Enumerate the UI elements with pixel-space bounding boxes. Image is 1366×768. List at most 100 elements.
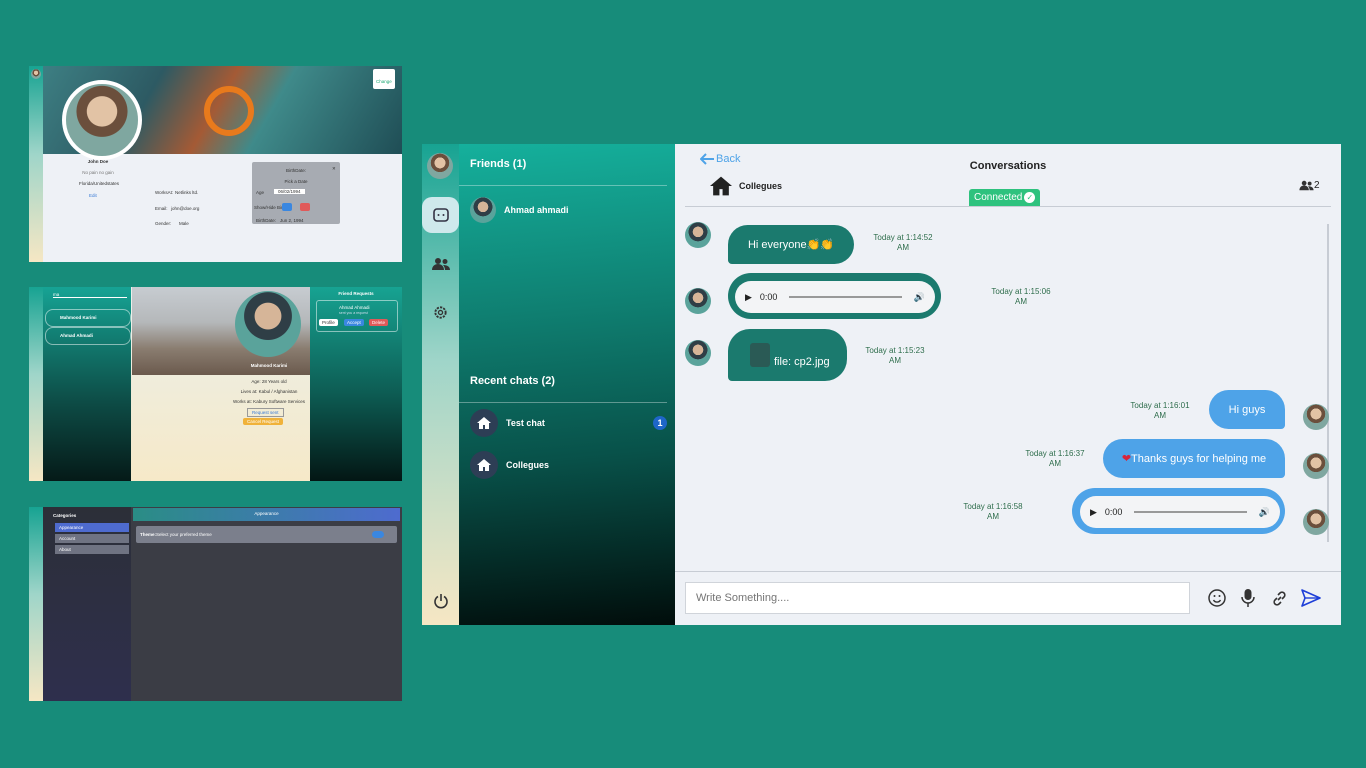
- home-icon: [470, 451, 498, 479]
- chat-name: Collegues: [506, 460, 550, 470]
- cover-decoration: [204, 86, 254, 136]
- change-cover-button[interactable]: Change: [373, 69, 395, 89]
- users-icon: [1299, 180, 1314, 191]
- record-button[interactable]: [1238, 587, 1258, 609]
- conversation-title: Conversations: [969, 160, 1047, 172]
- avatar[interactable]: [31, 69, 41, 79]
- unread-badge: 1: [653, 416, 667, 430]
- message-timestamp: Today at 1:16:37 AM: [1025, 449, 1085, 468]
- chat-name: Test chat: [506, 418, 545, 428]
- confirm-button[interactable]: [282, 203, 292, 211]
- field-works-label: WorksAt:: [155, 190, 174, 195]
- profile-photo: [62, 80, 142, 160]
- accept-button[interactable]: Accept: [344, 319, 364, 326]
- message-bubble: Hi guys: [1209, 390, 1285, 429]
- theme-row: Theme: Select your preferred theme: [136, 526, 397, 543]
- settings-nav-button[interactable]: [422, 302, 459, 322]
- thumb-sidebar: [29, 66, 43, 262]
- send-button[interactable]: [1300, 587, 1322, 609]
- audio-player[interactable]: ▶ 0:00 🔊: [1080, 496, 1280, 528]
- members-count[interactable]: 2: [1299, 180, 1320, 191]
- theme-toggle[interactable]: [372, 531, 384, 538]
- requests-title: Friend Requests: [338, 291, 374, 296]
- home-icon: [710, 176, 732, 196]
- cancel-request-button[interactable]: Cancel Request: [243, 418, 284, 425]
- power-icon: [433, 594, 448, 609]
- modal-age-label: Age: [256, 190, 265, 195]
- gear-icon: [434, 305, 447, 319]
- chat-app-window: Friends (1) Ahmad ahmadi Recent chats (2…: [422, 144, 1341, 625]
- chat-panel: Back Conversations Collegues Connected ✓…: [675, 144, 1341, 625]
- profile-bio: No pain no gain: [82, 170, 114, 175]
- message-timestamp: Today at 1:15:23 AM: [865, 346, 925, 365]
- scrollbar[interactable]: [1327, 224, 1329, 542]
- divider: [459, 402, 667, 403]
- message-timestamp: Today at 1:16:01 AM: [1130, 401, 1190, 420]
- check-circle-icon: ✓: [1024, 192, 1036, 203]
- play-icon[interactable]: ▶: [1090, 507, 1097, 518]
- list-item[interactable]: Ahmad Ahmadi: [45, 327, 131, 345]
- field-gender-value: Male: [179, 221, 189, 226]
- recent-chat-item[interactable]: Collegues: [470, 451, 549, 479]
- friend-item[interactable]: Ahmad ahmadi: [470, 197, 569, 223]
- profile-name: John Doe: [87, 159, 109, 164]
- field-works-value: Netlinks ltd.: [175, 190, 199, 195]
- birthdate-label: BirthDate:: [256, 218, 277, 223]
- date-input[interactable]: 06/02/1994: [274, 189, 305, 194]
- audio-player[interactable]: ▶ 0:00 🔊: [735, 281, 935, 313]
- home-icon: [470, 409, 498, 437]
- message-input[interactable]: [685, 582, 1190, 614]
- delete-button[interactable]: Delete: [369, 319, 389, 326]
- friend-requests-panel: Friend Requests Ahmad Ahmadi sent you a …: [310, 287, 402, 481]
- volume-icon[interactable]: 🔊: [1259, 507, 1270, 518]
- divider: [675, 571, 1341, 572]
- category-account[interactable]: Account: [55, 534, 129, 543]
- avatar[interactable]: [427, 153, 453, 179]
- profile-button[interactable]: Profile: [319, 319, 338, 326]
- edit-profile-link[interactable]: Edit: [89, 193, 97, 198]
- message-bubble: ❤ Thanks guys for helping me: [1103, 439, 1285, 478]
- audio-progress[interactable]: [1134, 511, 1247, 513]
- logout-button[interactable]: [422, 590, 459, 612]
- profile-location: Florida/Unitedstates: [78, 181, 120, 186]
- my-avatar: [1303, 453, 1329, 479]
- field-email-label: Email:: [155, 206, 168, 211]
- smile-icon: [1208, 589, 1226, 607]
- settings-header: Appearance: [133, 508, 400, 521]
- link-icon: [1272, 590, 1286, 606]
- volume-icon[interactable]: 🔊: [914, 292, 925, 303]
- friend-avatar: [470, 197, 496, 223]
- thumb-sidebar: [29, 507, 43, 701]
- friends-thumbnail: ma Mahmood Karimi Ahmad Ahmadi Mahmood K…: [29, 287, 402, 481]
- friends-panel: Friends (1) Ahmad ahmadi Recent chats (2…: [459, 144, 675, 625]
- field-gender-label: Gender:: [155, 221, 172, 226]
- recent-chat-item[interactable]: Test chat 1: [470, 409, 667, 437]
- status-badge: Connected ✓: [969, 189, 1041, 206]
- sender-avatar: [685, 288, 711, 314]
- field-email-value: john@doe.org: [171, 206, 200, 211]
- category-about[interactable]: About: [55, 545, 129, 554]
- close-icon[interactable]: ✕: [332, 166, 336, 172]
- friends-nav-button[interactable]: [422, 254, 459, 274]
- divider: [459, 185, 667, 186]
- category-appearance[interactable]: Appearance: [55, 523, 129, 532]
- request-sent-label: Request sent: [247, 408, 284, 417]
- cancel-button[interactable]: [300, 203, 310, 211]
- search-input[interactable]: ma: [53, 292, 127, 298]
- friend-name: Mahmood Karimi: [250, 363, 288, 368]
- my-avatar: [1303, 404, 1329, 430]
- play-icon[interactable]: ▶: [745, 292, 752, 303]
- categories-panel: Categories Appearance Account About: [43, 507, 131, 701]
- recent-chats-title: Recent chats (2): [470, 375, 555, 387]
- friend-lives: Lives at: Kabul / Afghanistan: [240, 389, 298, 394]
- list-item[interactable]: Mahmood Karimi: [45, 309, 131, 327]
- chat-icon: [432, 208, 449, 222]
- emoji-button[interactable]: [1207, 588, 1227, 608]
- birthdate-value: Jun 2, 1994: [280, 218, 304, 223]
- send-icon: [1301, 589, 1321, 607]
- message-timestamp: Today at 1:14:52 AM: [873, 233, 933, 252]
- audio-progress[interactable]: [789, 296, 902, 298]
- attach-button[interactable]: [1269, 588, 1289, 608]
- chat-nav-button[interactable]: [422, 197, 459, 233]
- file-message[interactable]: file: cp2.jpg: [728, 329, 847, 381]
